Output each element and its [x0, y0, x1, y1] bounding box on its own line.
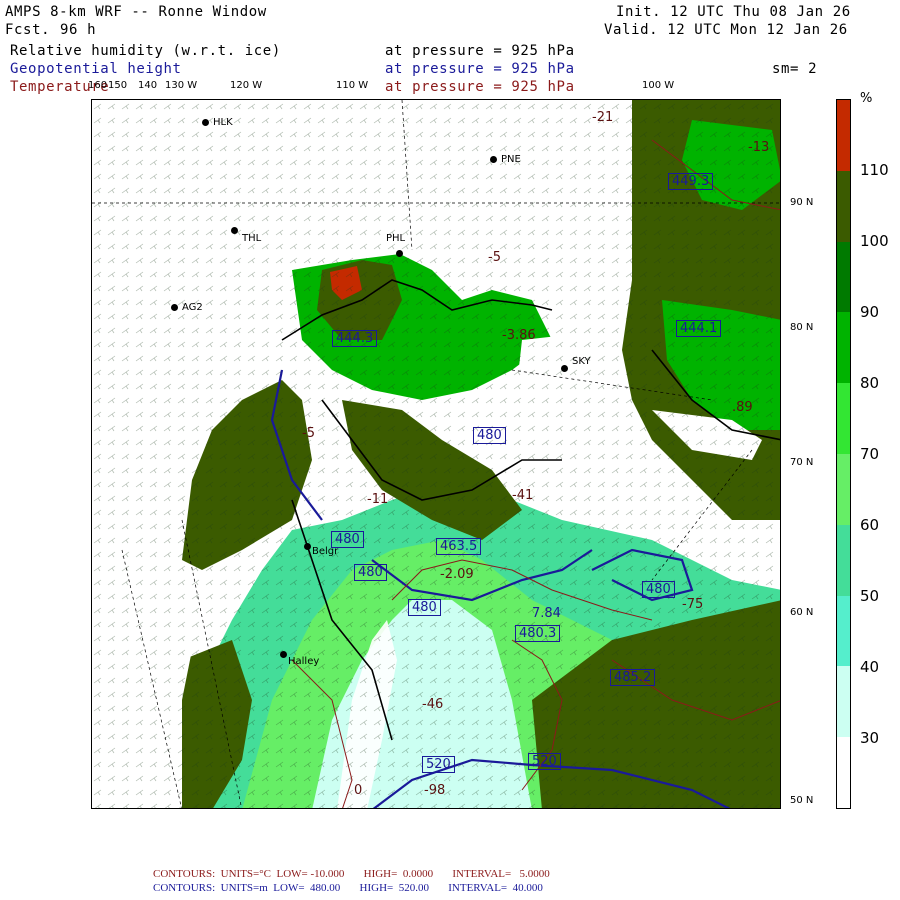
colorbar-label: 90 — [860, 303, 880, 321]
lon-label: 130 W — [165, 80, 198, 91]
colorbar-segment — [837, 100, 850, 171]
colorbar-label: 30 — [860, 729, 880, 747]
colorbar-segment — [837, 666, 850, 738]
colorbar-label: 100 — [860, 232, 889, 250]
colorbar-segment — [837, 454, 850, 525]
station-dot — [304, 543, 311, 550]
colorbar-label: 110 — [860, 161, 889, 179]
lon-label: 110 W — [336, 80, 369, 91]
temp-value: -41 — [512, 488, 534, 503]
station-label: SKY — [572, 356, 591, 367]
variable-rh: Relative humidity (w.r.t. ice) — [10, 43, 281, 59]
station-label: PNE — [501, 154, 521, 165]
lat-label: 90 N — [790, 197, 814, 208]
temp-value: -5 — [302, 426, 315, 441]
height-label: 480 — [331, 531, 364, 548]
colorbar-segment — [837, 595, 850, 667]
level-rh: at pressure = 925 hPa — [385, 43, 575, 59]
height-label: 485.2 — [610, 669, 656, 686]
lon-label: 100 W — [642, 80, 675, 91]
variable-geopotential: Geopotential height — [10, 61, 182, 77]
valid-time: Valid. 12 UTC Mon 12 Jan 26 — [604, 22, 848, 38]
lat-label: 70 N — [790, 457, 814, 468]
lon-label: 150 — [108, 80, 128, 91]
station-label: AG2 — [182, 302, 203, 313]
temp-value: 0 — [354, 783, 363, 798]
station-dot — [231, 227, 238, 234]
colorbar-segment — [837, 241, 850, 313]
height-label: 480 — [473, 427, 506, 444]
map-panel: HLK PNE THL PHL AG2 SKY Halley Belgr 444… — [91, 99, 781, 809]
colorbar-segment — [837, 737, 850, 808]
temp-value: -11 — [367, 492, 389, 507]
station-dot — [202, 119, 209, 126]
station-label: THL — [242, 233, 262, 244]
station-label: PHL — [386, 233, 406, 244]
height-label: 444.1 — [676, 320, 722, 337]
temp-value: -5 — [488, 250, 501, 265]
level-temperature: at pressure = 925 hPa — [385, 79, 575, 95]
temp-value: -3.86 — [502, 328, 536, 343]
lat-label: 80 N — [790, 322, 814, 333]
height-label: 480 — [642, 581, 675, 598]
height-label: 480.3 — [515, 625, 561, 642]
lon-label: 120 W — [230, 80, 263, 91]
colorbar-segment — [837, 383, 850, 454]
lon-label: 160 — [88, 80, 108, 91]
station-label: HLK — [213, 117, 233, 128]
lon-label: 140 — [138, 80, 158, 91]
height-label: 463.5 — [436, 538, 482, 555]
height-label: 520 — [528, 753, 561, 770]
colorbar-label: 60 — [860, 516, 880, 534]
colorbar-label: 50 — [860, 587, 880, 605]
height-label: 480 — [354, 564, 387, 581]
station-dot — [171, 304, 178, 311]
colorbar — [836, 99, 851, 809]
height-label: 520 — [422, 756, 455, 773]
temp-value: -75 — [682, 597, 704, 612]
level-geopotential: at pressure = 925 hPa — [385, 61, 575, 77]
station-dot — [396, 250, 403, 257]
temp-value: .89 — [732, 400, 753, 415]
footer-temp-contours: CONTOURS: UNITS=°C LOW= -10.000 HIGH= 0.… — [153, 868, 550, 880]
colorbar-label: 80 — [860, 374, 880, 392]
colorbar-segment — [837, 170, 850, 242]
colorbar-unit: % — [860, 91, 873, 106]
colorbar-segment — [837, 524, 850, 596]
colorbar-label: 70 — [860, 445, 880, 463]
station-label: Halley — [288, 656, 320, 667]
forecast-hour: 96 h — [60, 22, 97, 38]
forecast-label: Fcst. — [5, 22, 51, 38]
temp-value: -46 — [422, 697, 444, 712]
height-label: 449.3 — [668, 173, 714, 190]
footer-height-contours: CONTOURS: UNITS=m LOW= 480.00 HIGH= 520.… — [153, 882, 543, 894]
lat-label: 50 N — [790, 795, 814, 806]
station-dot — [280, 651, 287, 658]
station-dot — [561, 365, 568, 372]
height-label: 7.84 — [532, 606, 561, 621]
lat-label: 60 N — [790, 607, 814, 618]
model-title: AMPS 8-km WRF -- Ronne Window — [5, 4, 267, 20]
height-label: 444.3 — [332, 330, 378, 347]
temp-value: -2.09 — [440, 567, 474, 582]
smoothing-label: sm= 2 — [772, 61, 818, 77]
colorbar-segment — [837, 312, 850, 384]
temp-value: -98 — [424, 783, 446, 798]
init-time: Init. 12 UTC Thu 08 Jan 26 — [616, 4, 851, 20]
temp-value: -13 — [748, 140, 770, 155]
height-label: 480 — [408, 599, 441, 616]
station-dot — [490, 156, 497, 163]
temp-value: -21 — [592, 110, 614, 125]
colorbar-label: 40 — [860, 658, 880, 676]
